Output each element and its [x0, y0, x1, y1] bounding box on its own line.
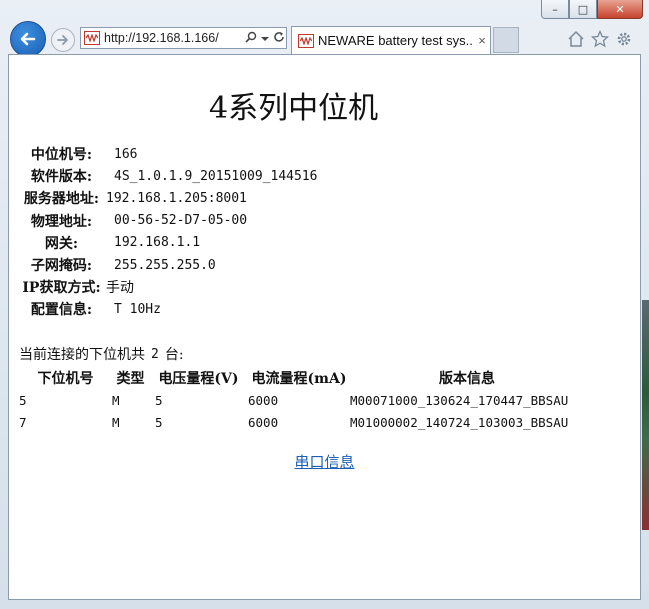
info-row-config: 配置信息: T 10Hz: [19, 298, 318, 320]
gear-icon[interactable]: [614, 29, 634, 49]
table-cell: M00071000_130624_170447_BBSAU: [350, 392, 569, 408]
info-label: 中位机号:: [30, 147, 93, 164]
info-value: 166: [114, 146, 138, 162]
table-cell: 5: [155, 414, 163, 430]
info-row-ip-mode: IP获取方式: 手动: [19, 276, 318, 298]
info-row-gateway: 网关: 192.168.1.1: [19, 232, 318, 254]
tab-favicon-icon: [298, 33, 314, 48]
background-edge: [642, 300, 649, 530]
info-label: 配置信息:: [30, 302, 93, 319]
column-header: 电压量程(V): [158, 371, 239, 387]
device-info: 中位机号: 166 软件版本: 4S_1.0.1.9_20151009_1445…: [19, 143, 318, 321]
info-value: 192.168.1.1: [114, 235, 201, 251]
info-label: 物理地址:: [30, 213, 93, 230]
info-row-mac-address: 物理地址: 00-56-52-D7-05-00: [19, 210, 318, 232]
summary-count: 2: [151, 346, 159, 362]
summary-suffix: 台:: [164, 347, 184, 363]
serial-info-link[interactable]: 串口信息: [294, 453, 354, 471]
column-header: 类型: [116, 371, 145, 387]
info-label: IP获取方式:: [22, 280, 101, 297]
info-value: 00-56-52-D7-05-00: [114, 213, 248, 229]
info-label: 服务器地址:: [23, 191, 100, 208]
info-value: 4S_1.0.1.9_20151009_144516: [114, 168, 318, 184]
search-icon[interactable]: [244, 31, 258, 46]
table-cell: M: [112, 414, 120, 430]
column-header: 版本信息: [439, 371, 495, 387]
info-value: 255.255.255.0: [114, 257, 216, 273]
tab-neware[interactable]: NEWARE battery test sys... ×: [291, 26, 491, 54]
serial-info-container: 串口信息: [9, 451, 640, 472]
minimize-button[interactable]: –: [541, 0, 569, 19]
info-value: T 10Hz: [114, 301, 161, 317]
page-title: 4系列中位机: [209, 91, 379, 126]
table-row: 5 M 5 6000 M00071000_130624_170447_BBSAU: [19, 389, 584, 411]
back-button[interactable]: [10, 21, 46, 57]
info-label: 网关:: [44, 235, 79, 252]
info-label: 软件版本:: [30, 169, 93, 186]
table-cell: 5: [19, 392, 27, 408]
connected-summary: 当前连接的下位机共 2 台:: [19, 344, 184, 364]
window-controls: – □ ✕: [541, 0, 643, 19]
address-bar[interactable]: http://192.168.1.166/: [80, 27, 287, 49]
table-cell: M: [112, 392, 120, 408]
info-row-server-address: 服务器地址: 192.168.1.205:8001: [19, 187, 318, 209]
info-value: 手动: [106, 280, 134, 297]
arrow-right-icon: [57, 35, 68, 45]
tab-close-icon[interactable]: ×: [474, 33, 490, 48]
close-window-button[interactable]: ✕: [597, 0, 643, 19]
refresh-icon[interactable]: [272, 31, 286, 46]
page-favicon-icon: [84, 31, 100, 45]
maximize-button[interactable]: □: [569, 0, 597, 19]
new-tab-button[interactable]: [493, 27, 519, 53]
browser-window: – □ ✕ http://192.168.1.166/ NEWARE batte…: [0, 0, 649, 609]
column-header: 下位机号: [37, 371, 94, 387]
info-value: 192.168.1.205:8001: [106, 190, 247, 206]
column-header: 电流量程(mA): [251, 371, 347, 387]
forward-button[interactable]: [51, 28, 75, 52]
info-row-id: 中位机号: 166: [19, 143, 318, 165]
tab-title: NEWARE battery test sys...: [318, 33, 474, 48]
address-text[interactable]: http://192.168.1.166/: [104, 31, 244, 45]
arrow-left-icon: [20, 32, 36, 46]
favorites-star-icon[interactable]: [590, 29, 610, 49]
table-cell: 7: [19, 414, 27, 430]
table-header-row: 下位机号 类型 电压量程(V) 电流量程(mA) 版本信息: [19, 367, 584, 389]
lower-machine-table: 下位机号 类型 电压量程(V) 电流量程(mA) 版本信息 5 M 5 6000…: [19, 367, 584, 433]
table-cell: 5: [155, 392, 163, 408]
summary-prefix: 当前连接的下位机共: [19, 347, 145, 363]
info-row-software-version: 软件版本: 4S_1.0.1.9_20151009_144516: [19, 165, 318, 187]
table-cell: 6000: [248, 414, 279, 430]
page-content: 4系列中位机 中位机号: 166 软件版本: 4S_1.0.1.9_201510…: [8, 54, 641, 600]
table-row: 7 M 5 6000 M01000002_140724_103003_BBSAU: [19, 411, 584, 433]
info-label: 子网掩码:: [30, 258, 93, 275]
info-row-subnet-mask: 子网掩码: 255.255.255.0: [19, 254, 318, 276]
home-icon[interactable]: [566, 29, 586, 49]
dropdown-icon[interactable]: [258, 31, 272, 45]
table-cell: 6000: [248, 392, 279, 408]
table-cell: M01000002_140724_103003_BBSAU: [350, 414, 569, 430]
